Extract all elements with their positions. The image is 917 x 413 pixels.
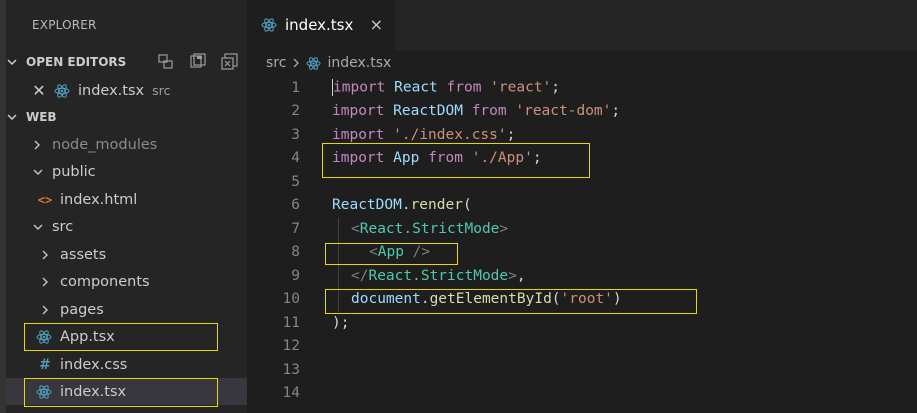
breadcrumb: src index.tsx (266, 53, 391, 73)
line-number: 11 (282, 314, 300, 331)
line-number: 8 (291, 244, 300, 261)
line-number: 3 (291, 126, 300, 143)
chevron-down-icon (32, 221, 44, 233)
html-file-icon: <> (37, 192, 53, 207)
code-line: 1 import React from 'react'; (247, 76, 917, 100)
code-line: 5 (247, 170, 917, 194)
open-editors-label: OPEN EDITORS (26, 55, 127, 69)
line-number: 14 (282, 385, 300, 402)
chevron-right-icon (292, 57, 300, 69)
code-line: 2 import ReactDOM from 'react-dom'; (247, 100, 917, 124)
code-line: 4 import App from './App'; (247, 147, 917, 171)
code-line: 9 </React.StrictMode>, (247, 264, 917, 288)
tree-item-label: App.tsx (60, 328, 115, 345)
tree-item-label: public (52, 163, 96, 180)
tree-item-index-html[interactable]: <> index.html (6, 186, 247, 213)
code-line: 3 import './index.css'; (247, 123, 917, 147)
chevron-down-icon (6, 56, 22, 68)
react-file-icon (261, 17, 277, 33)
code-line: 12 (247, 335, 917, 359)
tab-close-icon[interactable]: × (370, 15, 383, 34)
tree-item-index-css[interactable]: # index.css (6, 351, 247, 378)
react-file-icon (36, 384, 54, 400)
chevron-right-icon (40, 249, 52, 261)
line-number: 7 (291, 220, 300, 237)
open-editor-item[interactable]: ✕ index.tsx src (6, 77, 247, 104)
open-editors-header[interactable]: OPEN EDITORS (6, 51, 247, 73)
react-file-icon (306, 56, 322, 71)
close-icon[interactable]: ✕ (26, 81, 52, 100)
line-number: 10 (282, 291, 300, 308)
line-number: 4 (291, 150, 300, 167)
open-editor-filename: index.tsx (78, 82, 145, 99)
breadcrumb-folder[interactable]: src (266, 55, 286, 71)
code-line: 8 <App /> (247, 241, 917, 265)
line-number: 5 (291, 173, 300, 190)
tree-item-node-modules[interactable]: node_modules (6, 131, 247, 158)
react-file-icon (54, 83, 72, 99)
tree-item-label: index.html (60, 191, 138, 208)
tree-item-label: assets (60, 246, 107, 263)
line-number: 12 (282, 338, 300, 355)
chevron-right-icon (40, 276, 52, 288)
chevron-down-icon (32, 166, 44, 178)
code-line: 6 ReactDOM.render( (247, 194, 917, 218)
tree-item-label: index.css (60, 356, 128, 373)
code-line: 11 ); (247, 311, 917, 335)
line-number: 2 (291, 103, 300, 120)
code-line: 7 <React.StrictMode> (247, 217, 917, 241)
tree-item-label: src (52, 218, 74, 235)
workspace-label: WEB (26, 110, 57, 124)
new-untitled-file-icon[interactable] (157, 53, 175, 71)
line-number: 13 (282, 361, 300, 378)
tree-item-pages[interactable]: pages (6, 296, 247, 323)
tree-item-index-tsx[interactable]: index.tsx (6, 378, 247, 405)
css-file-icon: # (39, 356, 51, 373)
tree-item-label: pages (60, 301, 104, 318)
explorer-title: EXPLORER (32, 18, 97, 32)
chevron-right-icon (32, 139, 44, 151)
tree-item-app-tsx[interactable]: App.tsx (6, 323, 247, 350)
chevron-right-icon (40, 304, 52, 316)
react-file-icon (36, 329, 54, 345)
open-editor-description: src (152, 83, 171, 98)
tab-index-tsx[interactable]: index.tsx × (247, 0, 395, 50)
tree-item-label: node_modules (52, 136, 158, 153)
tree-item-assets[interactable]: assets (6, 241, 247, 268)
tree-item-components[interactable]: components (6, 268, 247, 295)
save-all-icon[interactable] (189, 53, 207, 71)
tree-item-label: index.tsx (60, 383, 127, 400)
line-number: 6 (291, 197, 300, 214)
code-line: 10 document.getElementById('root') (247, 288, 917, 312)
tree-item-public[interactable]: public (6, 158, 247, 185)
code-line: 13 (247, 358, 917, 382)
tab-label: index.tsx (285, 16, 354, 34)
workspace-header[interactable]: WEB (6, 106, 247, 128)
line-number: 9 (291, 267, 300, 284)
tree-item-src[interactable]: src (6, 213, 247, 240)
line-number: 1 (291, 79, 300, 96)
close-all-editors-icon[interactable] (221, 53, 239, 71)
code-line: 14 (247, 382, 917, 406)
tree-item-label: components (60, 273, 150, 290)
breadcrumb-file[interactable]: index.tsx (327, 55, 391, 71)
editor-tab-bar: index.tsx × (247, 0, 917, 50)
chevron-down-icon (6, 111, 22, 123)
